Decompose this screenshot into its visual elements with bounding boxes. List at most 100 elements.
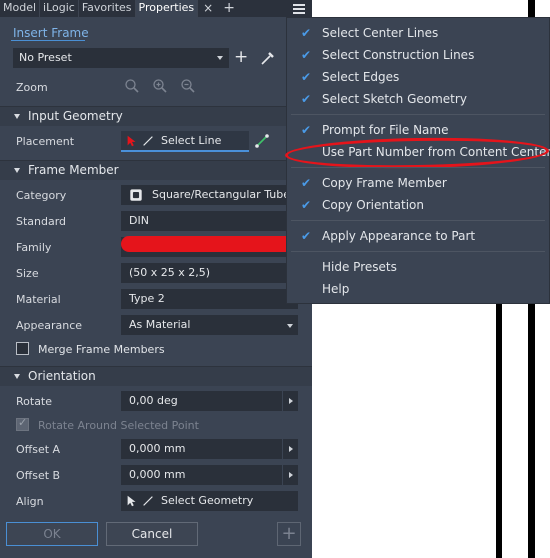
- offset-a-value: 0,000 mm: [129, 442, 186, 455]
- menu-separator: [291, 114, 545, 115]
- check-icon: ✔: [301, 229, 312, 243]
- check-icon: ✔: [301, 92, 312, 106]
- section-title: Input Geometry: [28, 109, 123, 123]
- category-value: Square/Rectangular Tubes: [152, 188, 296, 201]
- check-icon: ✔: [301, 176, 312, 190]
- chevron-right-icon[interactable]: [282, 465, 298, 485]
- zoom-in-icon[interactable]: [152, 78, 168, 94]
- properties-panel: Model iLogic Favorites Properties × + In…: [0, 0, 312, 558]
- menu-item-hide-presets[interactable]: Hide Presets: [322, 260, 397, 274]
- rotate-value: 0,00 deg: [129, 394, 178, 407]
- offset-b-label: Offset B: [16, 469, 61, 482]
- background-strip-lower: [496, 300, 502, 558]
- category-label: Category: [16, 189, 67, 202]
- family-label: Family: [16, 241, 52, 254]
- collapse-icon: [14, 114, 20, 119]
- zoom-label: Zoom: [16, 81, 48, 94]
- menu-separator: [291, 167, 545, 168]
- menu-item-select-center-lines[interactable]: Select Center Lines: [322, 26, 438, 40]
- offset-a-input[interactable]: 0,000 mm: [121, 439, 298, 459]
- offset-b-input[interactable]: 0,000 mm: [121, 465, 298, 485]
- chevron-right-icon[interactable]: [282, 439, 298, 459]
- menu-item-select-construction-lines[interactable]: Select Construction Lines: [322, 48, 474, 62]
- preset-value: No Preset: [19, 51, 72, 64]
- insert-frame-title: Insert Frame: [13, 26, 89, 40]
- eyedropper-icon[interactable]: [260, 50, 276, 66]
- offset-b-value: 0,000 mm: [129, 468, 186, 481]
- align-label: Align: [16, 495, 44, 508]
- menu-icon[interactable]: [288, 0, 310, 17]
- menu-item-prompt-file-name[interactable]: Prompt for File Name: [322, 123, 448, 137]
- standard-label: Standard: [16, 215, 67, 228]
- collapse-icon: [14, 168, 20, 173]
- apply-plus-button[interactable]: +: [277, 522, 301, 546]
- rotate-around-label: Rotate Around Selected Point: [38, 419, 199, 432]
- size-value: (50 x 25 x 2,5): [129, 266, 211, 279]
- rotate-around-checkbox[interactable]: [16, 416, 29, 431]
- collapse-icon: [14, 374, 20, 379]
- section-title: Frame Member: [28, 163, 119, 177]
- category-dropdown[interactable]: Square/Rectangular Tubes: [121, 185, 298, 205]
- tab-bar: Model iLogic Favorites Properties × +: [0, 0, 312, 17]
- check-icon: ✔: [301, 26, 312, 40]
- rotate-input[interactable]: 0,00 deg: [121, 391, 298, 411]
- menu-item-copy-orientation[interactable]: Copy Orientation: [322, 198, 424, 212]
- merge-checkbox[interactable]: [16, 342, 29, 355]
- size-dropdown[interactable]: (50 x 25 x 2,5): [121, 263, 298, 283]
- offset-a-label: Offset A: [16, 443, 61, 456]
- rotate-label: Rotate: [16, 395, 53, 408]
- tab-model[interactable]: Model: [0, 0, 41, 17]
- menu-item-help[interactable]: Help: [322, 282, 349, 296]
- square-tube-icon: [130, 189, 142, 201]
- tab-ilogic[interactable]: iLogic: [40, 0, 79, 17]
- size-label: Size: [16, 267, 39, 280]
- section-input-geometry[interactable]: Input Geometry: [0, 106, 312, 126]
- cancel-button[interactable]: Cancel: [106, 522, 198, 546]
- menu-item-select-sketch-geometry[interactable]: Select Sketch Geometry: [322, 92, 467, 106]
- close-tab-icon[interactable]: ×: [198, 0, 218, 17]
- placement-label: Placement: [16, 135, 75, 148]
- menu-item-apply-appearance[interactable]: Apply Appearance to Part: [322, 229, 475, 243]
- line-icon: [143, 496, 153, 506]
- add-preset-icon[interactable]: +: [234, 48, 248, 68]
- section-frame-member[interactable]: Frame Member: [0, 160, 312, 180]
- standard-dropdown[interactable]: DIN: [121, 211, 298, 231]
- tab-favorites[interactable]: Favorites: [79, 0, 136, 17]
- align-select[interactable]: Select Geometry: [121, 491, 298, 511]
- title-underline: [11, 40, 85, 41]
- menu-item-copy-frame-member[interactable]: Copy Frame Member: [322, 176, 447, 190]
- material-value: Type 2: [129, 292, 165, 305]
- ok-button[interactable]: OK: [6, 522, 98, 546]
- redaction-mark: [121, 236, 293, 252]
- add-tab-icon[interactable]: +: [218, 0, 240, 17]
- menu-item-select-edges[interactable]: Select Edges: [322, 70, 399, 84]
- tab-properties[interactable]: Properties: [135, 0, 199, 17]
- cursor-icon: [127, 495, 136, 507]
- merge-label: Merge Frame Members: [38, 343, 165, 356]
- appearance-dropdown[interactable]: As Material: [121, 315, 298, 335]
- options-menu: ✔ Select Center Lines ✔ Select Construct…: [284, 17, 550, 304]
- zoom-all-icon[interactable]: [124, 78, 140, 94]
- check-icon: ✔: [301, 198, 312, 212]
- annotation-oval: [284, 135, 550, 171]
- section-title: Orientation: [28, 369, 96, 383]
- standard-value: DIN: [129, 214, 149, 227]
- chevron-down-icon: [217, 56, 223, 60]
- material-dropdown[interactable]: Type 2: [121, 289, 298, 309]
- section-orientation[interactable]: Orientation: [0, 366, 312, 386]
- placement-select[interactable]: Select Line: [121, 131, 249, 152]
- material-label: Material: [16, 293, 61, 306]
- check-icon: ✔: [301, 123, 312, 137]
- placement-value: Select Line: [161, 134, 222, 147]
- cursor-icon: [127, 135, 136, 147]
- zoom-out-icon[interactable]: [180, 78, 196, 94]
- chevron-right-icon[interactable]: [282, 391, 298, 411]
- menu-separator: [291, 251, 545, 252]
- check-icon: ✔: [301, 48, 312, 62]
- appearance-label: Appearance: [16, 319, 83, 332]
- line-direction-icon[interactable]: [254, 133, 270, 149]
- line-icon: [143, 136, 153, 146]
- preset-dropdown[interactable]: No Preset: [13, 48, 229, 68]
- check-icon: ✔: [301, 70, 312, 84]
- menu-separator: [291, 220, 545, 221]
